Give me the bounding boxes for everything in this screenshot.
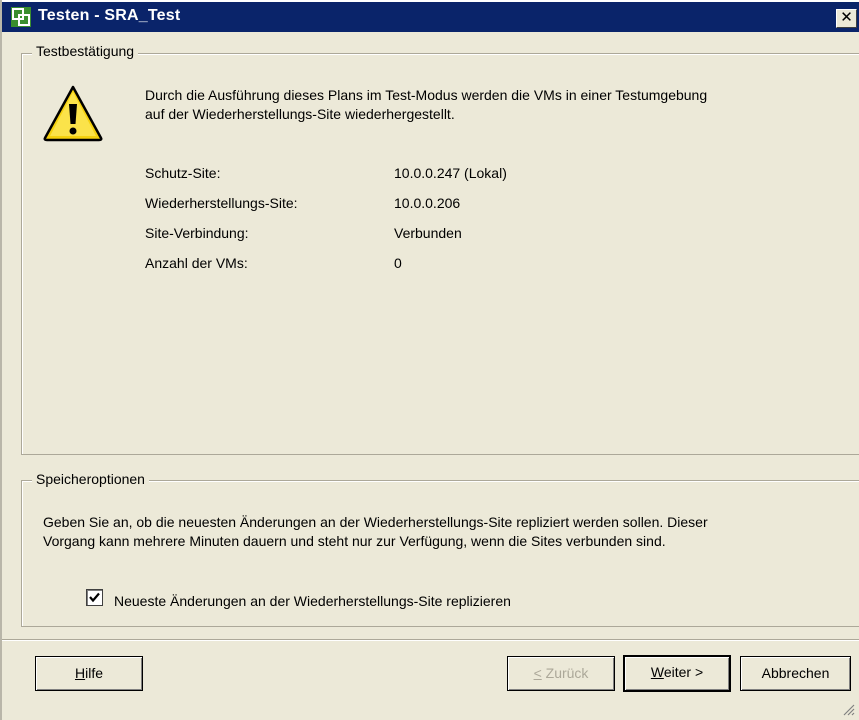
dialog-window: Testen - SRA_Test ✕ Testbestätigung Durc… [0,0,859,720]
site-connection-value: Verbunden [394,225,462,241]
next-button[interactable]: Weiter > [623,655,731,692]
window-title: Testen - SRA_Test [38,7,181,24]
back-label: Zurück [541,665,589,681]
description-line: Vorgang kann mehrere Minuten dauern und … [43,533,666,549]
help-button[interactable]: Hilfe [35,656,143,691]
recovery-site-label: Wiederherstellungs-Site: [145,195,298,211]
back-button[interactable]: < Zurück [507,656,615,691]
button-separator [2,639,859,641]
next-label: eiter > [663,664,704,680]
next-mnemonic: W [650,664,664,680]
replicate-changes-checkbox[interactable] [86,589,103,606]
description-line: Geben Sie an, ob die neuesten Änderungen… [43,514,708,530]
app-icon [11,7,31,27]
protection-site-label: Schutz-Site: [145,165,221,181]
help-label: ilfe [85,665,104,681]
protection-site-value: 10.0.0.247 (Lokal) [394,165,507,181]
storage-options-legend: Speicheroptionen [32,471,149,487]
help-mnemonic: H [74,665,86,681]
replicate-changes-label[interactable]: Neueste Änderungen an der Wiederherstell… [114,592,511,611]
storage-description: Geben Sie an, ob die neuesten Änderungen… [43,513,708,551]
description-line: auf der Wiederherstellungs-Site wiederhe… [145,106,455,122]
cancel-button[interactable]: Abbrechen [740,656,851,691]
confirmation-description: Durch die Ausführung dieses Plans im Tes… [145,86,707,124]
cancel-label: Abbrechen [761,665,830,681]
recovery-site-value: 10.0.0.206 [394,195,461,211]
back-mnemonic: < [533,665,542,681]
vm-count-label: Anzahl der VMs: [145,255,248,271]
resize-grip-icon[interactable] [841,702,855,716]
warning-icon [43,85,103,142]
checkmark-icon [89,592,100,603]
vm-count-value: 0 [394,255,402,271]
close-icon: ✕ [840,9,853,26]
description-line: Durch die Ausführung dieses Plans im Tes… [145,87,708,103]
close-button[interactable]: ✕ [836,9,857,28]
site-connection-label: Site-Verbindung: [145,225,249,241]
title-bar[interactable]: Testen - SRA_Test ✕ [2,0,859,32]
confirmation-legend: Testbestätigung [32,43,139,59]
